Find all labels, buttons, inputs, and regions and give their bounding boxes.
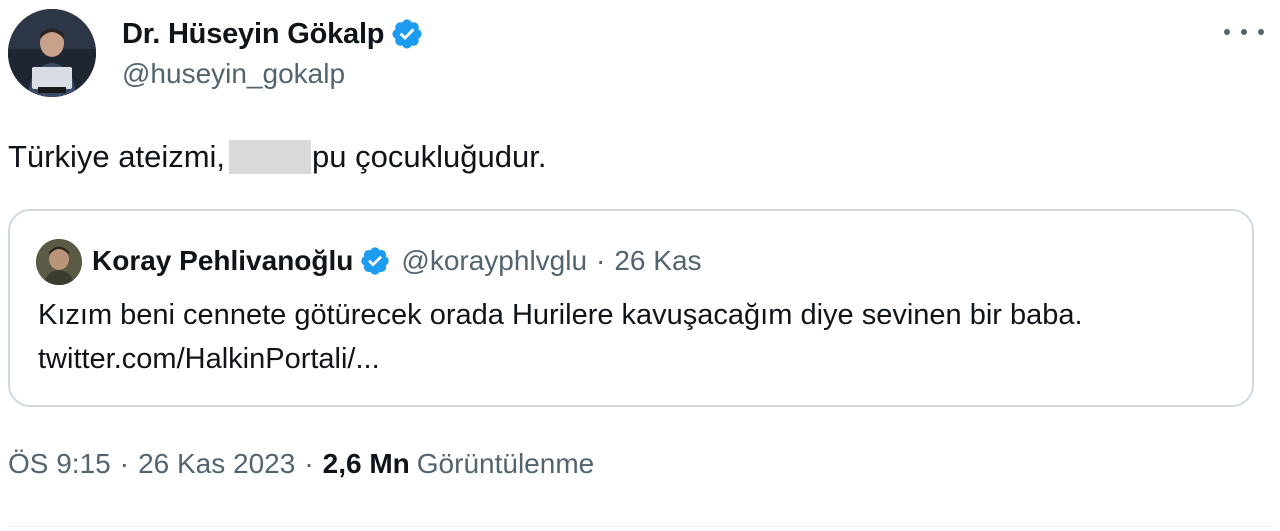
verified-badge-icon [392,19,422,49]
tweet-date[interactable]: 26 Kas 2023 [138,448,295,480]
quote-author-handle[interactable]: @korayphlvglu [401,245,587,277]
quote-date[interactable]: 26 Kas [614,245,701,277]
tweet-meta: ÖS 9:15 · 26 Kas 2023 · 2,6 Mn Görüntüle… [8,448,594,480]
more-dot [1224,29,1230,35]
quoted-tweet-card[interactable]: Koray Pehlivanoğlu @korayphlvglu · 26 Ka… [8,209,1254,407]
author-avatar[interactable] [8,9,96,97]
author-name[interactable]: Dr. Hüseyin Gökalp [122,18,385,51]
tweet: Dr. Hüseyin Gökalp @huseyin_gokalp Türki… [0,0,1280,531]
tweet-text: Türkiye ateizmi, pu çocukluğudur. [8,137,546,177]
tweet-text-before: Türkiye ateizmi, [8,139,226,174]
author-name-row: Dr. Hüseyin Gökalp [122,14,424,54]
more-dot [1241,29,1247,35]
author-handle[interactable]: @huseyin_gokalp [122,58,345,90]
tweet-time[interactable]: ÖS 9:15 [8,448,111,480]
meta-separator: · [304,448,314,479]
quote-separator: · [596,245,606,276]
meta-separator: · [119,448,130,479]
quote-header: Koray Pehlivanoğlu @korayphlvglu · 26 Ka… [92,242,702,280]
censored-word-box [229,140,312,174]
more-dot [1258,29,1264,35]
divider [8,526,1274,527]
quote-author-avatar[interactable] [36,239,82,285]
verified-badge-icon [361,247,390,275]
tweet-text-after: pu çocukluğudur. [312,139,547,174]
more-options-icon[interactable] [1224,18,1264,46]
quote-author-name[interactable]: Koray Pehlivanoğlu [92,245,353,277]
quote-text: Kızım beni cennete götürecek orada Huril… [38,299,1083,375]
views-label[interactable]: Görüntülenme [417,448,594,480]
views-count[interactable]: 2,6 Mn [323,448,410,480]
